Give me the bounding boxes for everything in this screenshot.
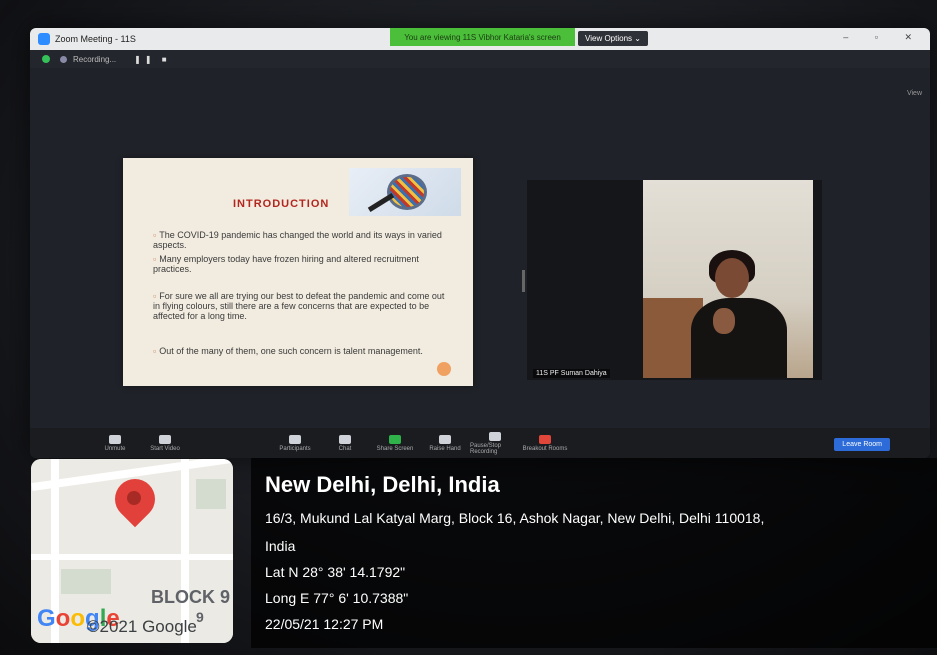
map-block-label: BLOCK 9 <box>151 587 231 607</box>
map-copyright: ©2021 Google <box>87 617 197 636</box>
slide-bullet: ▫ Many employers today have frozen hiring… <box>153 254 419 274</box>
mic-icon <box>109 434 121 444</box>
magnifier-illustration <box>349 168 461 216</box>
panel-divider-handle[interactable] <box>522 270 525 292</box>
participants-icon <box>289 434 301 444</box>
slide-title: INTRODUCTION <box>233 198 330 210</box>
window-controls[interactable]: – ▫ ✕ <box>843 32 924 43</box>
raise-hand-button[interactable]: Raise Hand <box>420 434 470 452</box>
slide-bullet: ▫ Out of the many of them, one such conce… <box>153 346 423 356</box>
leave-room-button[interactable]: Leave Room <box>834 438 890 451</box>
view-options-button[interactable]: View Options ⌄ <box>578 31 648 46</box>
map-thumbnail: BLOCK 9 9 Google ©2021 Google <box>31 459 233 643</box>
zoom-logo-icon <box>38 33 50 45</box>
geotag-address-line1: 16/3, Mukund Lal Katyal Marg, Block 16, … <box>265 510 765 526</box>
video-icon <box>159 434 171 444</box>
chat-button[interactable]: Chat <box>320 434 370 452</box>
participants-button[interactable]: Participants <box>270 434 320 452</box>
recording-button[interactable]: Pause/Stop Recording <box>470 431 520 455</box>
map-number-label: 9 <box>196 609 204 625</box>
mute-button[interactable]: Unmute <box>90 434 140 452</box>
participant-video <box>643 180 813 378</box>
breakout-rooms-button[interactable]: Breakout Rooms <box>520 434 570 452</box>
geotag-city: New Delhi, Delhi, India <box>265 472 500 497</box>
participant-video-tile[interactable]: 11S PF Suman Dahiya <box>527 180 822 380</box>
window-title: Zoom Meeting - 11S <box>55 34 136 44</box>
view-link[interactable]: View <box>907 90 922 97</box>
geotag-address-line2: India <box>265 538 296 554</box>
zoom-window: Zoom Meeting - 11S You are viewing 11S V… <box>30 28 930 458</box>
share-screen-button[interactable]: Share Screen <box>370 434 420 452</box>
share-screen-icon <box>389 434 401 444</box>
pause-stop-recording-icon[interactable]: ❚❚ ■ <box>134 55 170 64</box>
shared-slide: INTRODUCTION ▫ The COVID-19 pandemic has … <box>123 158 473 386</box>
slide-number-badge <box>437 362 451 376</box>
geotag-latitude: Lat N 28° 38' 14.1792" <box>265 564 406 580</box>
meeting-toolbar: Unmute Start Video Participants Chat Sha… <box>30 428 930 458</box>
geotag-datetime: 22/05/21 12:27 PM <box>265 616 384 632</box>
chat-icon <box>339 434 351 444</box>
breakout-icon <box>539 434 551 444</box>
security-shield-icon[interactable] <box>42 55 50 63</box>
geotag-longitude: Long E 77° 6' 10.7388" <box>265 590 409 606</box>
hand-icon <box>439 434 451 444</box>
video-button[interactable]: Start Video <box>140 434 190 452</box>
recording-icon <box>489 431 501 441</box>
slide-bullet: ▫ The COVID-19 pandemic has changed the w… <box>153 230 442 250</box>
recording-dot-icon <box>60 55 67 63</box>
viewing-banner: You are viewing 11S Vibhor Kataria's scr… <box>390 28 575 46</box>
participant-name: 11S PF Suman Dahiya <box>533 369 610 378</box>
recording-label: Recording... <box>73 54 117 64</box>
slide-bullet: ▫ For sure we all are trying our best to … <box>153 291 445 321</box>
geotag-info-panel: New Delhi, Delhi, India 16/3, Mukund Lal… <box>251 458 937 648</box>
window-titlebar: Zoom Meeting - 11S You are viewing 11S V… <box>30 28 930 50</box>
recording-bar: Recording... ❚❚ ■ <box>30 50 930 68</box>
